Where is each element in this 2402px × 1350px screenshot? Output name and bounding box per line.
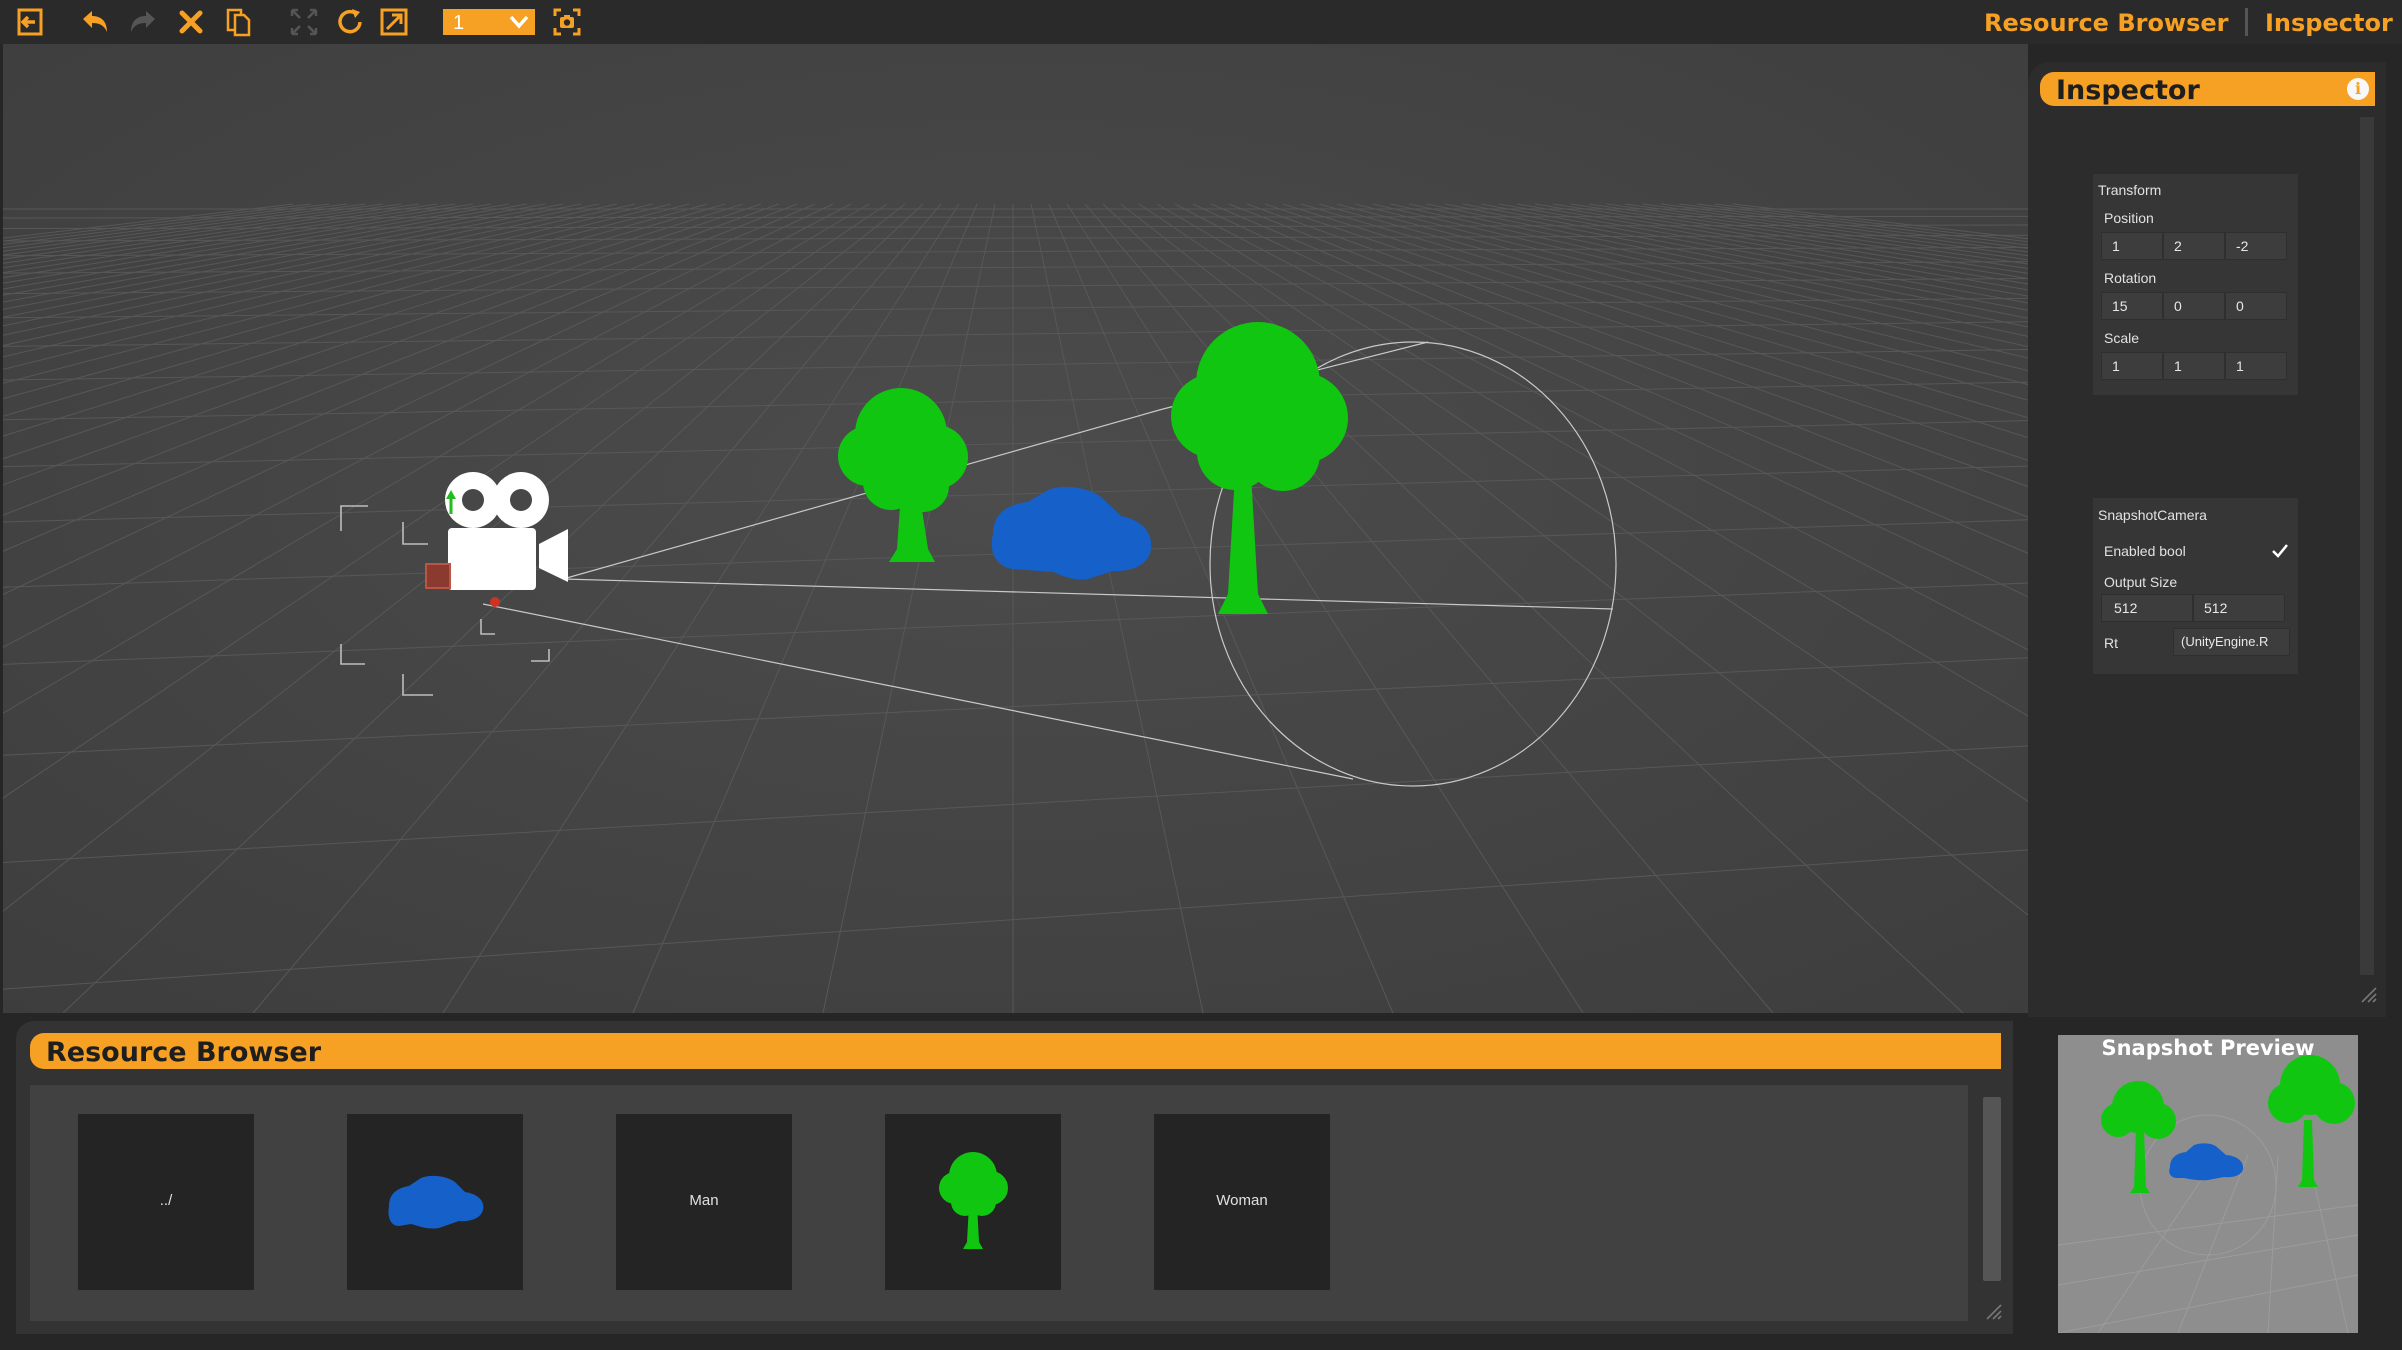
undo-icon[interactable] [78, 5, 112, 39]
snapshot-camera-component: SnapshotCamera Enabled bool Output Size … [2093, 498, 2298, 674]
duplicate-icon[interactable] [222, 5, 256, 39]
resource-item-man-folder[interactable]: Man [616, 1114, 792, 1290]
resource-item-label: ../ [159, 1192, 173, 1209]
scale-y-field[interactable]: 1 [2163, 352, 2225, 380]
inspector-header[interactable]: Inspector i [2040, 72, 2375, 106]
snapshot-preview-title: Snapshot Preview [2101, 1036, 2315, 1060]
position-y-field[interactable]: 2 [2163, 232, 2225, 260]
scene-viewport[interactable] [3, 44, 2028, 1013]
screenshot-icon[interactable] [550, 5, 584, 39]
resource-item-tree[interactable] [885, 1114, 1061, 1290]
transform-component: Transform Position 1 2 -2 Rotation 15 0 … [2093, 174, 2298, 395]
position-label: Position [2104, 210, 2154, 226]
resource-item-label: Woman [1216, 1192, 1268, 1209]
resource-browser-link[interactable]: Resource Browser [1984, 9, 2229, 37]
inspector-scrollbar[interactable] [2360, 117, 2374, 975]
snapshot-preview: Snapshot Preview [2058, 1035, 2358, 1333]
exit-icon[interactable] [13, 5, 47, 39]
resource-browser-scrollbar[interactable] [1983, 1097, 2001, 1281]
scale-z-field[interactable]: 1 [2225, 352, 2287, 380]
resource-browser-panel: Resource Browser ../ Man Woman [16, 1021, 2013, 1334]
toolbar-divider [2245, 8, 2248, 36]
enabled-label: Enabled bool [2104, 543, 2186, 559]
transform-header: Transform [2098, 182, 2162, 198]
scale-label: Scale [2104, 330, 2140, 346]
resource-grid: ../ Man Woman [30, 1085, 1968, 1321]
output-size-label: Output Size [2104, 574, 2178, 590]
snapshot-camera-header: SnapshotCamera [2098, 507, 2207, 523]
delete-icon[interactable] [174, 5, 208, 39]
inspector-link[interactable]: Inspector [2265, 9, 2393, 37]
position-x-field[interactable]: 1 [2101, 232, 2163, 260]
position-z-field[interactable]: -2 [2225, 232, 2287, 260]
toolbar: 1 Resource Browser Inspector [0, 0, 2402, 44]
layer-dropdown[interactable]: 1 [443, 9, 535, 35]
resource-item-car[interactable] [347, 1114, 523, 1290]
scale-icon[interactable] [377, 5, 411, 39]
move-icon[interactable] [287, 5, 321, 39]
tree-thumbnail-icon [939, 1152, 1008, 1249]
inspector-title: Inspector [2056, 75, 2200, 106]
resource-browser-title: Resource Browser [46, 1037, 322, 1068]
rotation-x-field[interactable]: 15 [2101, 292, 2163, 320]
rt-field[interactable]: (UnityEngine.R [2173, 628, 2290, 656]
resize-handle-icon[interactable] [2358, 984, 2378, 1004]
info-icon[interactable]: i [2347, 78, 2369, 100]
chevron-down-icon [509, 15, 529, 29]
scale-x-field[interactable]: 1 [2101, 352, 2163, 380]
rotate-icon[interactable] [333, 5, 367, 39]
output-width-field[interactable]: 512 [2101, 594, 2193, 622]
layer-value: 1 [453, 12, 465, 34]
output-height-field[interactable]: 512 [2193, 594, 2285, 622]
rotation-y-field[interactable]: 0 [2163, 292, 2225, 320]
resource-browser-header[interactable]: Resource Browser [30, 1033, 2001, 1069]
resize-handle-icon[interactable] [1983, 1301, 2003, 1321]
inspector-panel: Inspector i Transform Position 1 2 -2 Ro… [2028, 62, 2386, 1017]
resource-item-parent-folder[interactable]: ../ [78, 1114, 254, 1290]
rotation-label: Rotation [2104, 270, 2157, 286]
enabled-checkbox[interactable] [2270, 541, 2290, 561]
resource-item-woman-folder[interactable]: Woman [1154, 1114, 1330, 1290]
redo-icon[interactable] [126, 5, 160, 39]
snapshot-preview-image [2058, 1035, 2358, 1333]
resource-item-label: Man [689, 1192, 719, 1209]
car-thumbnail-icon [388, 1175, 484, 1229]
rt-label: Rt [2104, 635, 2118, 651]
rotation-z-field[interactable]: 0 [2225, 292, 2287, 320]
